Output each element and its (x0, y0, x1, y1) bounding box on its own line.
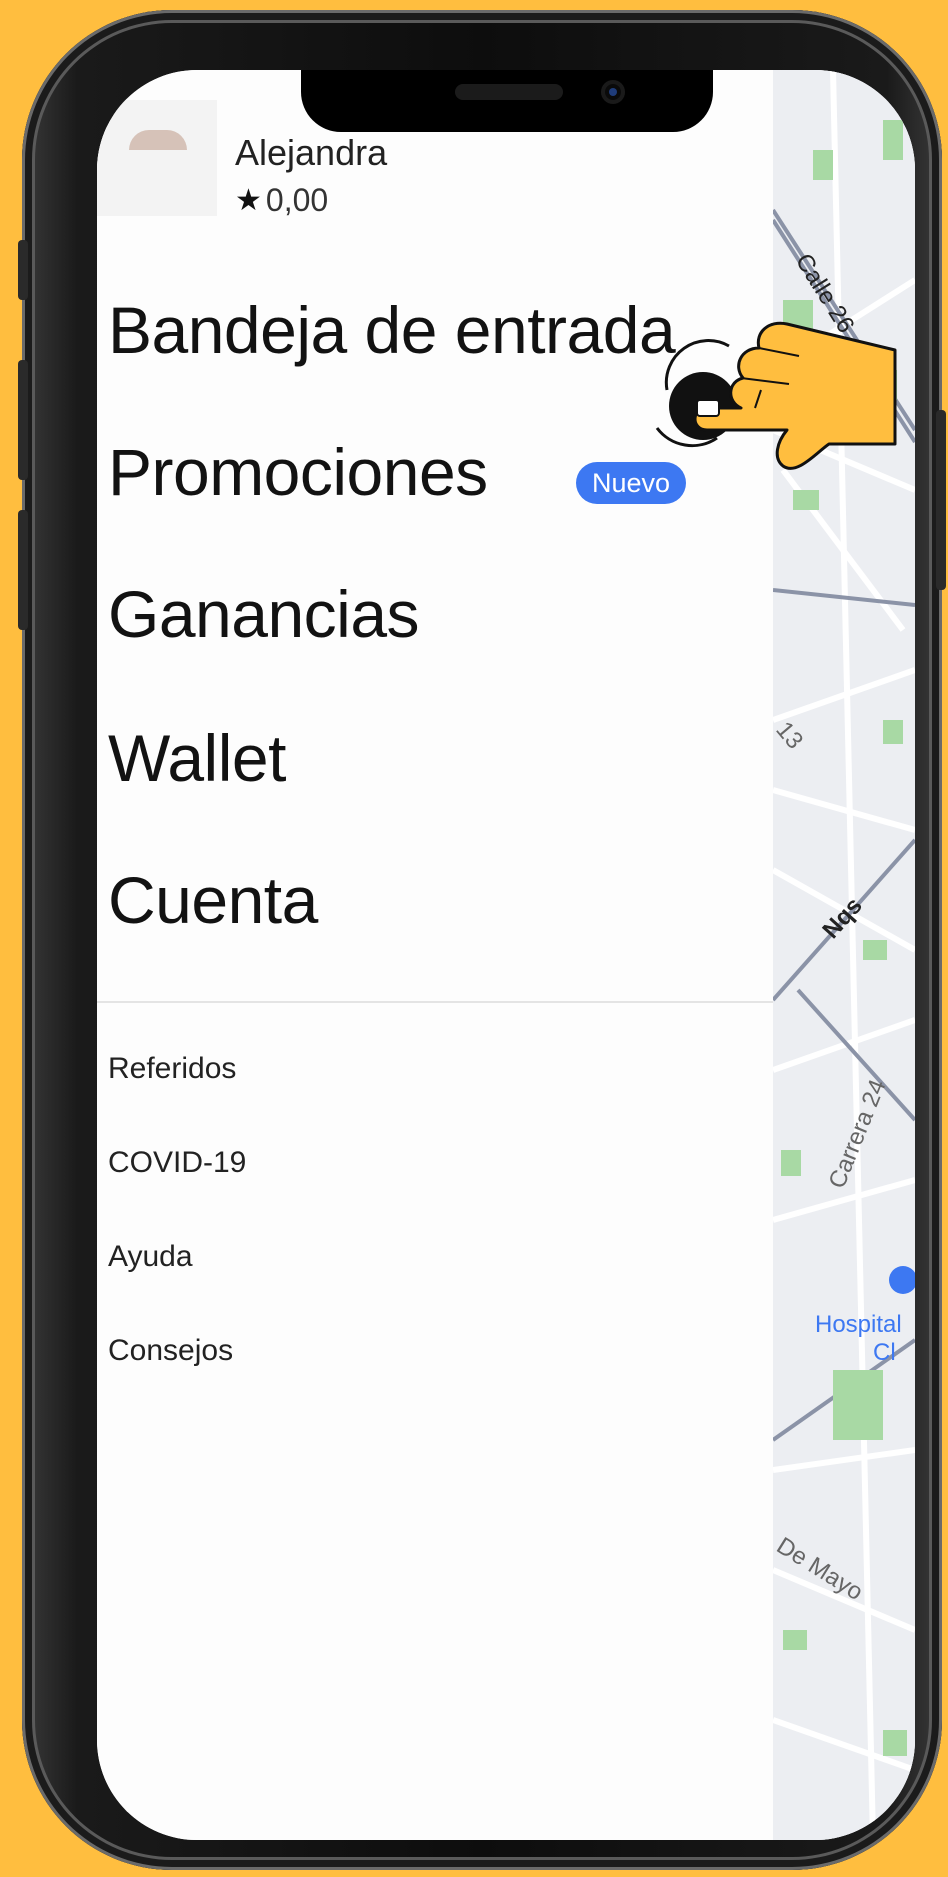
menu-item-covid[interactable]: COVID-19 (108, 1146, 246, 1180)
menu-item-earnings[interactable]: Ganancias (108, 576, 420, 652)
phone-frame: Calle 26 13 Nqs Carrera 24 Hospital Cl D… (18, 10, 946, 1870)
speaker (455, 84, 563, 100)
star-icon: ★ (235, 184, 262, 217)
avatar[interactable] (97, 100, 217, 216)
menu-item-wallet[interactable]: Wallet (108, 720, 286, 796)
menu-item-account[interactable]: Cuenta (108, 862, 318, 938)
menu-item-promotions[interactable]: Promociones (108, 434, 488, 510)
menu-item-help[interactable]: Ayuda (108, 1240, 193, 1274)
volume-down-button (18, 510, 28, 630)
rating-value: 0,00 (265, 182, 329, 218)
phone-screen: Calle 26 13 Nqs Carrera 24 Hospital Cl D… (97, 70, 915, 1840)
menu-item-referrals[interactable]: Referidos (108, 1052, 236, 1086)
notch (301, 70, 713, 132)
map-label-hospital-sub: Cl (873, 1339, 896, 1366)
front-camera (601, 80, 625, 104)
menu-item-inbox[interactable]: Bandeja de entrada (108, 292, 676, 368)
map-label-hospital: Hospital (815, 1311, 902, 1338)
volume-up-button (18, 360, 28, 480)
hand-pointer-icon (655, 321, 897, 470)
profile-name[interactable]: Alejandra (235, 132, 387, 174)
menu-item-tips[interactable]: Consejos (108, 1334, 233, 1368)
menu-divider (97, 1001, 773, 1003)
mute-switch (18, 240, 28, 300)
profile-rating: ★ 0,00 (235, 182, 328, 219)
power-button (936, 410, 946, 590)
